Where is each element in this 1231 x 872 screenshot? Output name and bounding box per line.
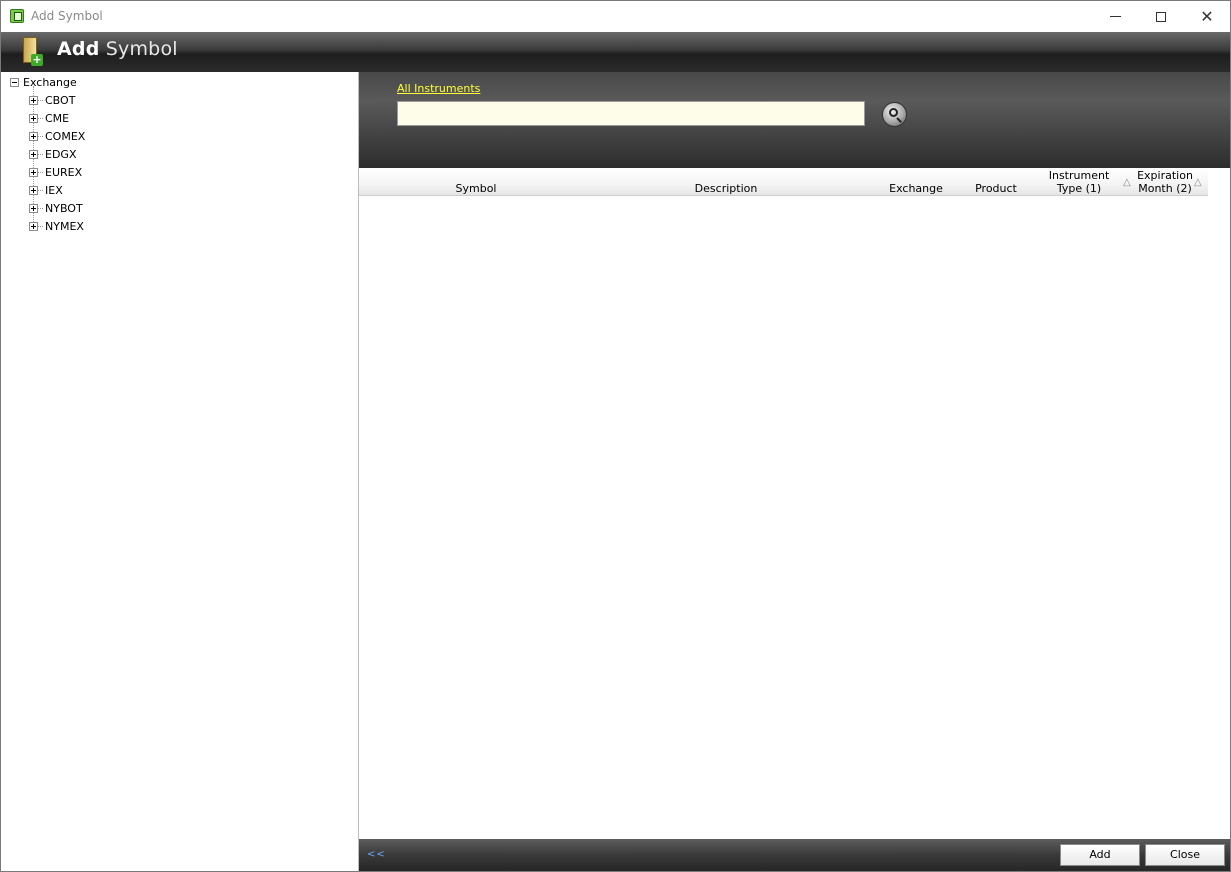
add-symbol-window: Add Symbol ✕ + Add Symbol Exchange CBOT … — [0, 0, 1231, 872]
sort-asc-icon[interactable]: △ — [1123, 177, 1131, 188]
expand-icon[interactable] — [29, 203, 38, 213]
close-window-button[interactable]: ✕ — [1184, 1, 1230, 32]
expand-icon[interactable] — [29, 221, 38, 231]
results-grid: Symbol Description Exchange Product Inst… — [359, 168, 1230, 839]
collapse-icon[interactable] — [10, 77, 19, 87]
expand-icon[interactable] — [29, 131, 38, 141]
grid-header: Symbol Description Exchange Product Inst… — [359, 168, 1208, 196]
close-icon: ✕ — [1200, 6, 1214, 26]
search-button[interactable] — [882, 102, 907, 127]
search-panel: All Instruments — [359, 72, 1230, 168]
page-title-bold: Add — [57, 38, 100, 60]
expand-icon[interactable] — [29, 113, 38, 123]
title-bar: Add Symbol ✕ — [1, 1, 1230, 32]
expand-icon[interactable] — [29, 185, 38, 195]
add-button[interactable]: Add — [1060, 844, 1140, 866]
collapse-panel-link[interactable]: << — [367, 849, 386, 860]
exchange-tree: Exchange CBOT CME COMEX EDGX EUREX IEX N… — [1, 72, 359, 871]
expand-icon[interactable] — [29, 149, 38, 159]
column-header-instrument-type[interactable]: Instrument Type (1) — [1039, 168, 1119, 196]
sort-asc-icon[interactable]: △ — [1194, 177, 1202, 188]
page-title-light: Symbol — [105, 38, 178, 60]
add-symbol-icon: + — [19, 36, 43, 66]
tree-item-cbot[interactable]: CBOT — [29, 92, 75, 108]
maximize-button[interactable] — [1138, 1, 1184, 32]
maximize-icon — [1156, 11, 1166, 22]
tree-item-nybot[interactable]: NYBOT — [29, 200, 83, 216]
column-header-exchange[interactable]: Exchange — [879, 168, 953, 196]
minimize-button[interactable] — [1092, 1, 1138, 32]
minimize-icon — [1109, 16, 1121, 17]
column-header-description[interactable]: Description — [659, 168, 793, 196]
page-title: Add Symbol — [57, 38, 178, 60]
tree-item-edgx[interactable]: EDGX — [29, 146, 76, 162]
window-title: Add Symbol — [31, 9, 103, 23]
tree-item-cme[interactable]: CME — [29, 110, 69, 126]
search-input[interactable] — [397, 101, 865, 126]
expand-icon[interactable] — [29, 95, 38, 105]
tree-item-iex[interactable]: IEX — [29, 182, 63, 198]
footer-bar: << Add Close — [359, 839, 1230, 871]
tree-item-comex[interactable]: COMEX — [29, 128, 85, 144]
close-button[interactable]: Close — [1145, 844, 1225, 866]
expand-icon[interactable] — [29, 167, 38, 177]
column-header-symbol[interactable]: Symbol — [419, 168, 533, 196]
column-header-expiration-month[interactable]: Expiration Month (2) — [1131, 168, 1199, 196]
column-header-product[interactable]: Product — [963, 168, 1029, 196]
magnifier-icon — [889, 108, 898, 117]
tree-root[interactable]: Exchange — [10, 74, 77, 90]
app-icon — [10, 9, 24, 23]
tree-root-label: Exchange — [23, 75, 77, 89]
tree-item-eurex[interactable]: EUREX — [29, 164, 82, 180]
header-band: + Add Symbol — [1, 32, 1230, 72]
all-instruments-link[interactable]: All Instruments — [397, 82, 480, 95]
grid-scroll-area — [1208, 168, 1230, 839]
tree-item-nymex[interactable]: NYMEX — [29, 218, 84, 234]
